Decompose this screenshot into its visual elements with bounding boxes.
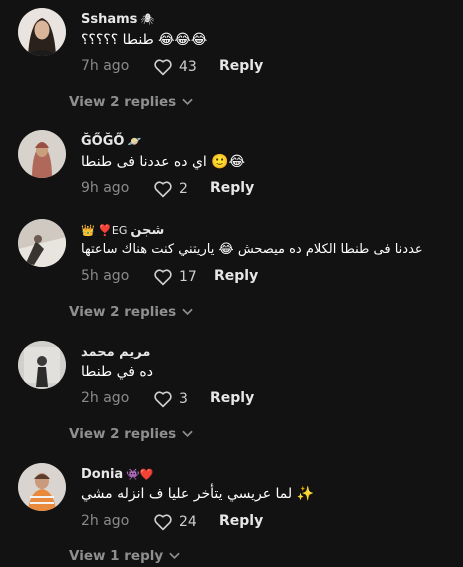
- like-count: 17: [179, 269, 197, 285]
- view-replies-label[interactable]: View 2 replies: [69, 426, 176, 442]
- view-replies-button[interactable]: View 1 reply: [69, 548, 180, 564]
- view-replies-label[interactable]: View 1 reply: [69, 548, 163, 564]
- heart-outline-icon: [154, 391, 172, 408]
- timestamp: 2h ago: [81, 390, 130, 406]
- username-text[interactable]: شجن: [130, 223, 164, 238]
- username-text[interactable]: Donia: [81, 467, 123, 482]
- chevron-down-icon: [182, 308, 193, 316]
- timestamp: 9h ago: [81, 180, 130, 196]
- timestamp: 2h ago: [81, 513, 130, 529]
- chevron-down-icon: [169, 552, 180, 560]
- view-replies-label[interactable]: View 2 replies: [69, 304, 176, 320]
- heart-outline-icon: [154, 59, 172, 76]
- avatar[interactable]: [18, 463, 66, 511]
- username[interactable]: Donia 👾❤️: [81, 467, 154, 482]
- username-text[interactable]: ĞŐĞŐ: [81, 134, 124, 149]
- heart-outline-icon: [154, 181, 172, 198]
- like-button[interactable]: 24: [153, 513, 197, 531]
- like-count: 3: [179, 391, 188, 407]
- username[interactable]: ĞŐĞŐ 🪐: [81, 134, 141, 149]
- timestamp: 7h ago: [81, 58, 130, 74]
- avatar[interactable]: [18, 130, 66, 178]
- like-button[interactable]: 3: [153, 390, 188, 408]
- like-button[interactable]: 2: [153, 180, 188, 198]
- spider-icon: 🕷: [140, 13, 155, 26]
- comment-text: عددنا فى طنطا الكلام ده ميصحش 😂 ياريتني …: [81, 242, 423, 257]
- view-replies-button[interactable]: View 2 replies: [69, 304, 193, 320]
- reply-button[interactable]: Reply: [214, 268, 258, 284]
- avatar[interactable]: [18, 8, 66, 56]
- heart-outline-icon: [154, 514, 172, 531]
- username-text[interactable]: Sshams: [81, 12, 137, 27]
- reply-button[interactable]: Reply: [210, 180, 254, 196]
- username[interactable]: 👑 ❣️EG شجن: [81, 223, 164, 238]
- chevron-down-icon: [182, 98, 193, 106]
- reply-button[interactable]: Reply: [210, 390, 254, 406]
- heart-outline-icon: [154, 269, 172, 286]
- chevron-down-icon: [182, 430, 193, 438]
- view-replies-label[interactable]: View 2 replies: [69, 94, 176, 110]
- username[interactable]: مريم محمد: [81, 345, 150, 360]
- username-text[interactable]: مريم محمد: [81, 345, 150, 360]
- timestamp: 5h ago: [81, 268, 130, 284]
- alien-heart-badge: 👾❤️: [126, 468, 154, 481]
- comment-text: ده في طنطا: [81, 364, 153, 380]
- like-count: 2: [179, 181, 188, 197]
- view-replies-button[interactable]: View 2 replies: [69, 426, 193, 442]
- avatar[interactable]: [18, 341, 66, 389]
- view-replies-button[interactable]: View 2 replies: [69, 94, 193, 110]
- crown-badge: 👑 ❣️EG: [81, 224, 128, 237]
- avatar[interactable]: [18, 219, 66, 267]
- reply-button[interactable]: Reply: [219, 513, 263, 529]
- username[interactable]: Sshams 🕷: [81, 12, 154, 27]
- like-count: 43: [179, 59, 197, 75]
- comment-text: طنطا ؟؟؟؟؟ 😂😂😂: [81, 32, 208, 48]
- like-button[interactable]: 17: [153, 268, 197, 286]
- planet-icon: 🪐: [127, 135, 142, 148]
- reply-button[interactable]: Reply: [219, 58, 263, 74]
- like-button[interactable]: 43: [153, 58, 197, 76]
- comment-text: اي ده عددنا فى طنطا 🙂😂: [81, 154, 246, 170]
- like-count: 24: [179, 514, 197, 530]
- comment-text: لما عريسي يتأخر عليا ف انزله مشي ✨: [81, 486, 315, 502]
